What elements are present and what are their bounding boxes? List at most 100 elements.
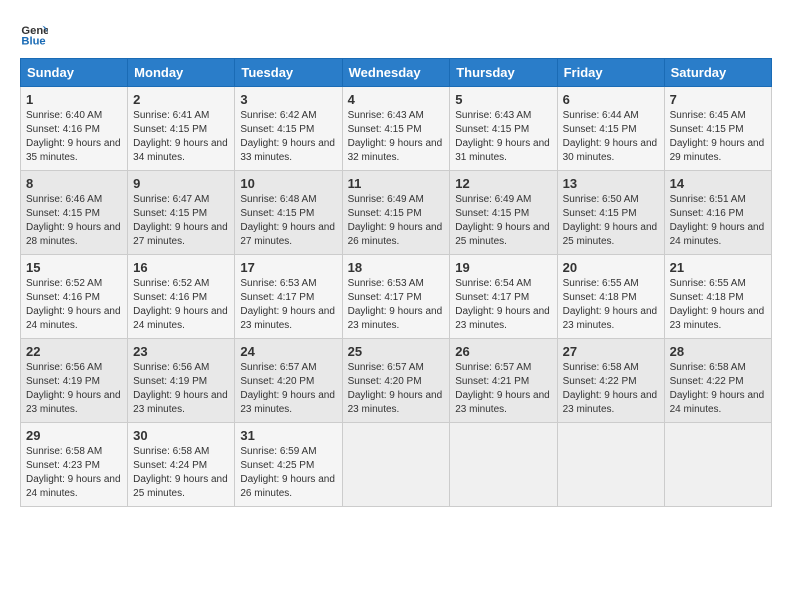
cell-content: Sunrise: 6:50 AMSunset: 4:15 PMDaylight:… [563,193,659,249]
cell-content: Sunrise: 6:57 AMSunset: 4:20 PMDaylight:… [348,361,445,417]
calendar-cell: 23 Sunrise: 6:56 AMSunset: 4:19 PMDayligh… [128,339,235,423]
day-number: 18 [348,260,445,275]
calendar-week-row: 15Sunrise: 6:52 AMSunset: 4:16 PMDayligh… [21,255,772,339]
calendar-cell: 26Sunrise: 6:57 AMSunset: 4:21 PMDayligh… [450,339,557,423]
cell-content: Sunrise: 6:51 AMSunset: 4:16 PMDaylight:… [670,193,766,249]
calendar-week-row: 29Sunrise: 6:58 AMSunset: 4:23 PMDayligh… [21,423,772,507]
logo: General Blue [20,20,52,48]
weekday-header-tuesday: Tuesday [235,59,342,87]
cell-content: Sunrise: 6:56 AMSunset: 4:19 PMDaylight:… [26,361,122,417]
day-number: 20 [563,260,659,275]
calendar-cell: 5 Sunrise: 6:43 AMSunset: 4:15 PMDaylight… [450,87,557,171]
day-number: 25 [348,344,445,359]
day-number: 22 [26,344,122,359]
cell-content: Sunrise: 6:43 AMSunset: 4:15 PMDaylight:… [348,109,445,165]
calendar-cell: 4 Sunrise: 6:43 AMSunset: 4:15 PMDaylight… [342,87,450,171]
day-number: 17 [240,260,336,275]
calendar-cell: 10Sunrise: 6:48 AMSunset: 4:15 PMDayligh… [235,171,342,255]
page-header: General Blue [20,20,772,48]
calendar-cell: 11 Sunrise: 6:49 AMSunset: 4:15 PMDayligh… [342,171,450,255]
logo-icon: General Blue [20,20,48,48]
calendar-cell: 20 Sunrise: 6:55 AMSunset: 4:18 PMDayligh… [557,255,664,339]
day-number: 24 [240,344,336,359]
day-number: 5 [455,92,551,107]
calendar-cell: 6 Sunrise: 6:44 AMSunset: 4:15 PMDaylight… [557,87,664,171]
cell-content: Sunrise: 6:49 AMSunset: 4:15 PMDaylight:… [348,193,445,249]
cell-content: Sunrise: 6:53 AMSunset: 4:17 PMDaylight:… [348,277,445,333]
day-number: 19 [455,260,551,275]
day-number: 21 [670,260,766,275]
calendar-cell: 3Sunrise: 6:42 AMSunset: 4:15 PMDaylight… [235,87,342,171]
day-number: 2 [133,92,229,107]
calendar-body: 1 Sunrise: 6:40 AMSunset: 4:16 PMDaylight… [21,87,772,507]
calendar-cell: 22 Sunrise: 6:56 AMSunset: 4:19 PMDayligh… [21,339,128,423]
calendar-cell [557,423,664,507]
day-number: 23 [133,344,229,359]
calendar-week-row: 1 Sunrise: 6:40 AMSunset: 4:16 PMDaylight… [21,87,772,171]
day-number: 7 [670,92,766,107]
calendar-cell: 2 Sunrise: 6:41 AMSunset: 4:15 PMDaylight… [128,87,235,171]
day-number: 4 [348,92,445,107]
calendar-cell [450,423,557,507]
weekday-header-wednesday: Wednesday [342,59,450,87]
day-number: 11 [348,176,445,191]
calendar-cell: 14 Sunrise: 6:51 AMSunset: 4:16 PMDayligh… [664,171,771,255]
cell-content: Sunrise: 6:46 AMSunset: 4:15 PMDaylight:… [26,193,122,249]
cell-content: Sunrise: 6:44 AMSunset: 4:15 PMDaylight:… [563,109,659,165]
calendar-cell: 24 Sunrise: 6:57 AMSunset: 4:20 PMDayligh… [235,339,342,423]
calendar-cell: 13 Sunrise: 6:50 AMSunset: 4:15 PMDayligh… [557,171,664,255]
weekday-header-sunday: Sunday [21,59,128,87]
cell-content: Sunrise: 6:56 AMSunset: 4:19 PMDaylight:… [133,361,229,417]
cell-content: Sunrise: 6:43 AMSunset: 4:15 PMDaylight:… [455,109,551,165]
day-number: 14 [670,176,766,191]
calendar-cell: 16Sunrise: 6:52 AMSunset: 4:16 PMDayligh… [128,255,235,339]
calendar-cell: 1 Sunrise: 6:40 AMSunset: 4:16 PMDaylight… [21,87,128,171]
day-number: 13 [563,176,659,191]
day-number: 9 [133,176,229,191]
calendar-cell: 7 Sunrise: 6:45 AMSunset: 4:15 PMDaylight… [664,87,771,171]
cell-content: Sunrise: 6:58 AMSunset: 4:23 PMDaylight:… [26,445,122,501]
calendar-cell: 15Sunrise: 6:52 AMSunset: 4:16 PMDayligh… [21,255,128,339]
calendar-cell [664,423,771,507]
cell-content: Sunrise: 6:49 AMSunset: 4:15 PMDaylight:… [455,193,551,249]
calendar-week-row: 22 Sunrise: 6:56 AMSunset: 4:19 PMDayligh… [21,339,772,423]
cell-content: Sunrise: 6:57 AMSunset: 4:20 PMDaylight:… [240,361,336,417]
calendar-cell: 30Sunrise: 6:58 AMSunset: 4:24 PMDayligh… [128,423,235,507]
day-number: 27 [563,344,659,359]
cell-content: Sunrise: 6:59 AMSunset: 4:25 PMDaylight:… [240,445,336,501]
weekday-header-saturday: Saturday [664,59,771,87]
cell-content: Sunrise: 6:41 AMSunset: 4:15 PMDaylight:… [133,109,229,165]
day-number: 8 [26,176,122,191]
cell-content: Sunrise: 6:40 AMSunset: 4:16 PMDaylight:… [26,109,122,165]
day-number: 1 [26,92,122,107]
calendar-cell: 18 Sunrise: 6:53 AMSunset: 4:17 PMDayligh… [342,255,450,339]
day-number: 6 [563,92,659,107]
cell-content: Sunrise: 6:58 AMSunset: 4:22 PMDaylight:… [563,361,659,417]
cell-content: Sunrise: 6:57 AMSunset: 4:21 PMDaylight:… [455,361,551,417]
calendar-cell [342,423,450,507]
svg-text:Blue: Blue [21,36,45,48]
calendar-cell: 9 Sunrise: 6:47 AMSunset: 4:15 PMDaylight… [128,171,235,255]
cell-content: Sunrise: 6:47 AMSunset: 4:15 PMDaylight:… [133,193,229,249]
cell-content: Sunrise: 6:55 AMSunset: 4:18 PMDaylight:… [563,277,659,333]
cell-content: Sunrise: 6:55 AMSunset: 4:18 PMDaylight:… [670,277,766,333]
calendar-week-row: 8 Sunrise: 6:46 AMSunset: 4:15 PMDaylight… [21,171,772,255]
day-number: 12 [455,176,551,191]
day-number: 3 [240,92,336,107]
calendar-cell: 12 Sunrise: 6:49 AMSunset: 4:15 PMDayligh… [450,171,557,255]
weekday-header-friday: Friday [557,59,664,87]
calendar-cell: 25 Sunrise: 6:57 AMSunset: 4:20 PMDayligh… [342,339,450,423]
calendar-table: SundayMondayTuesdayWednesdayThursdayFrid… [20,58,772,507]
cell-content: Sunrise: 6:45 AMSunset: 4:15 PMDaylight:… [670,109,766,165]
cell-content: Sunrise: 6:53 AMSunset: 4:17 PMDaylight:… [240,277,336,333]
cell-content: Sunrise: 6:54 AMSunset: 4:17 PMDaylight:… [455,277,551,333]
cell-content: Sunrise: 6:48 AMSunset: 4:15 PMDaylight:… [240,193,336,249]
day-number: 30 [133,428,229,443]
calendar-header-row: SundayMondayTuesdayWednesdayThursdayFrid… [21,59,772,87]
cell-content: Sunrise: 6:52 AMSunset: 4:16 PMDaylight:… [133,277,229,333]
calendar-cell: 27 Sunrise: 6:58 AMSunset: 4:22 PMDayligh… [557,339,664,423]
calendar-cell: 21 Sunrise: 6:55 AMSunset: 4:18 PMDayligh… [664,255,771,339]
cell-content: Sunrise: 6:52 AMSunset: 4:16 PMDaylight:… [26,277,122,333]
calendar-cell: 31Sunrise: 6:59 AMSunset: 4:25 PMDayligh… [235,423,342,507]
weekday-header-monday: Monday [128,59,235,87]
